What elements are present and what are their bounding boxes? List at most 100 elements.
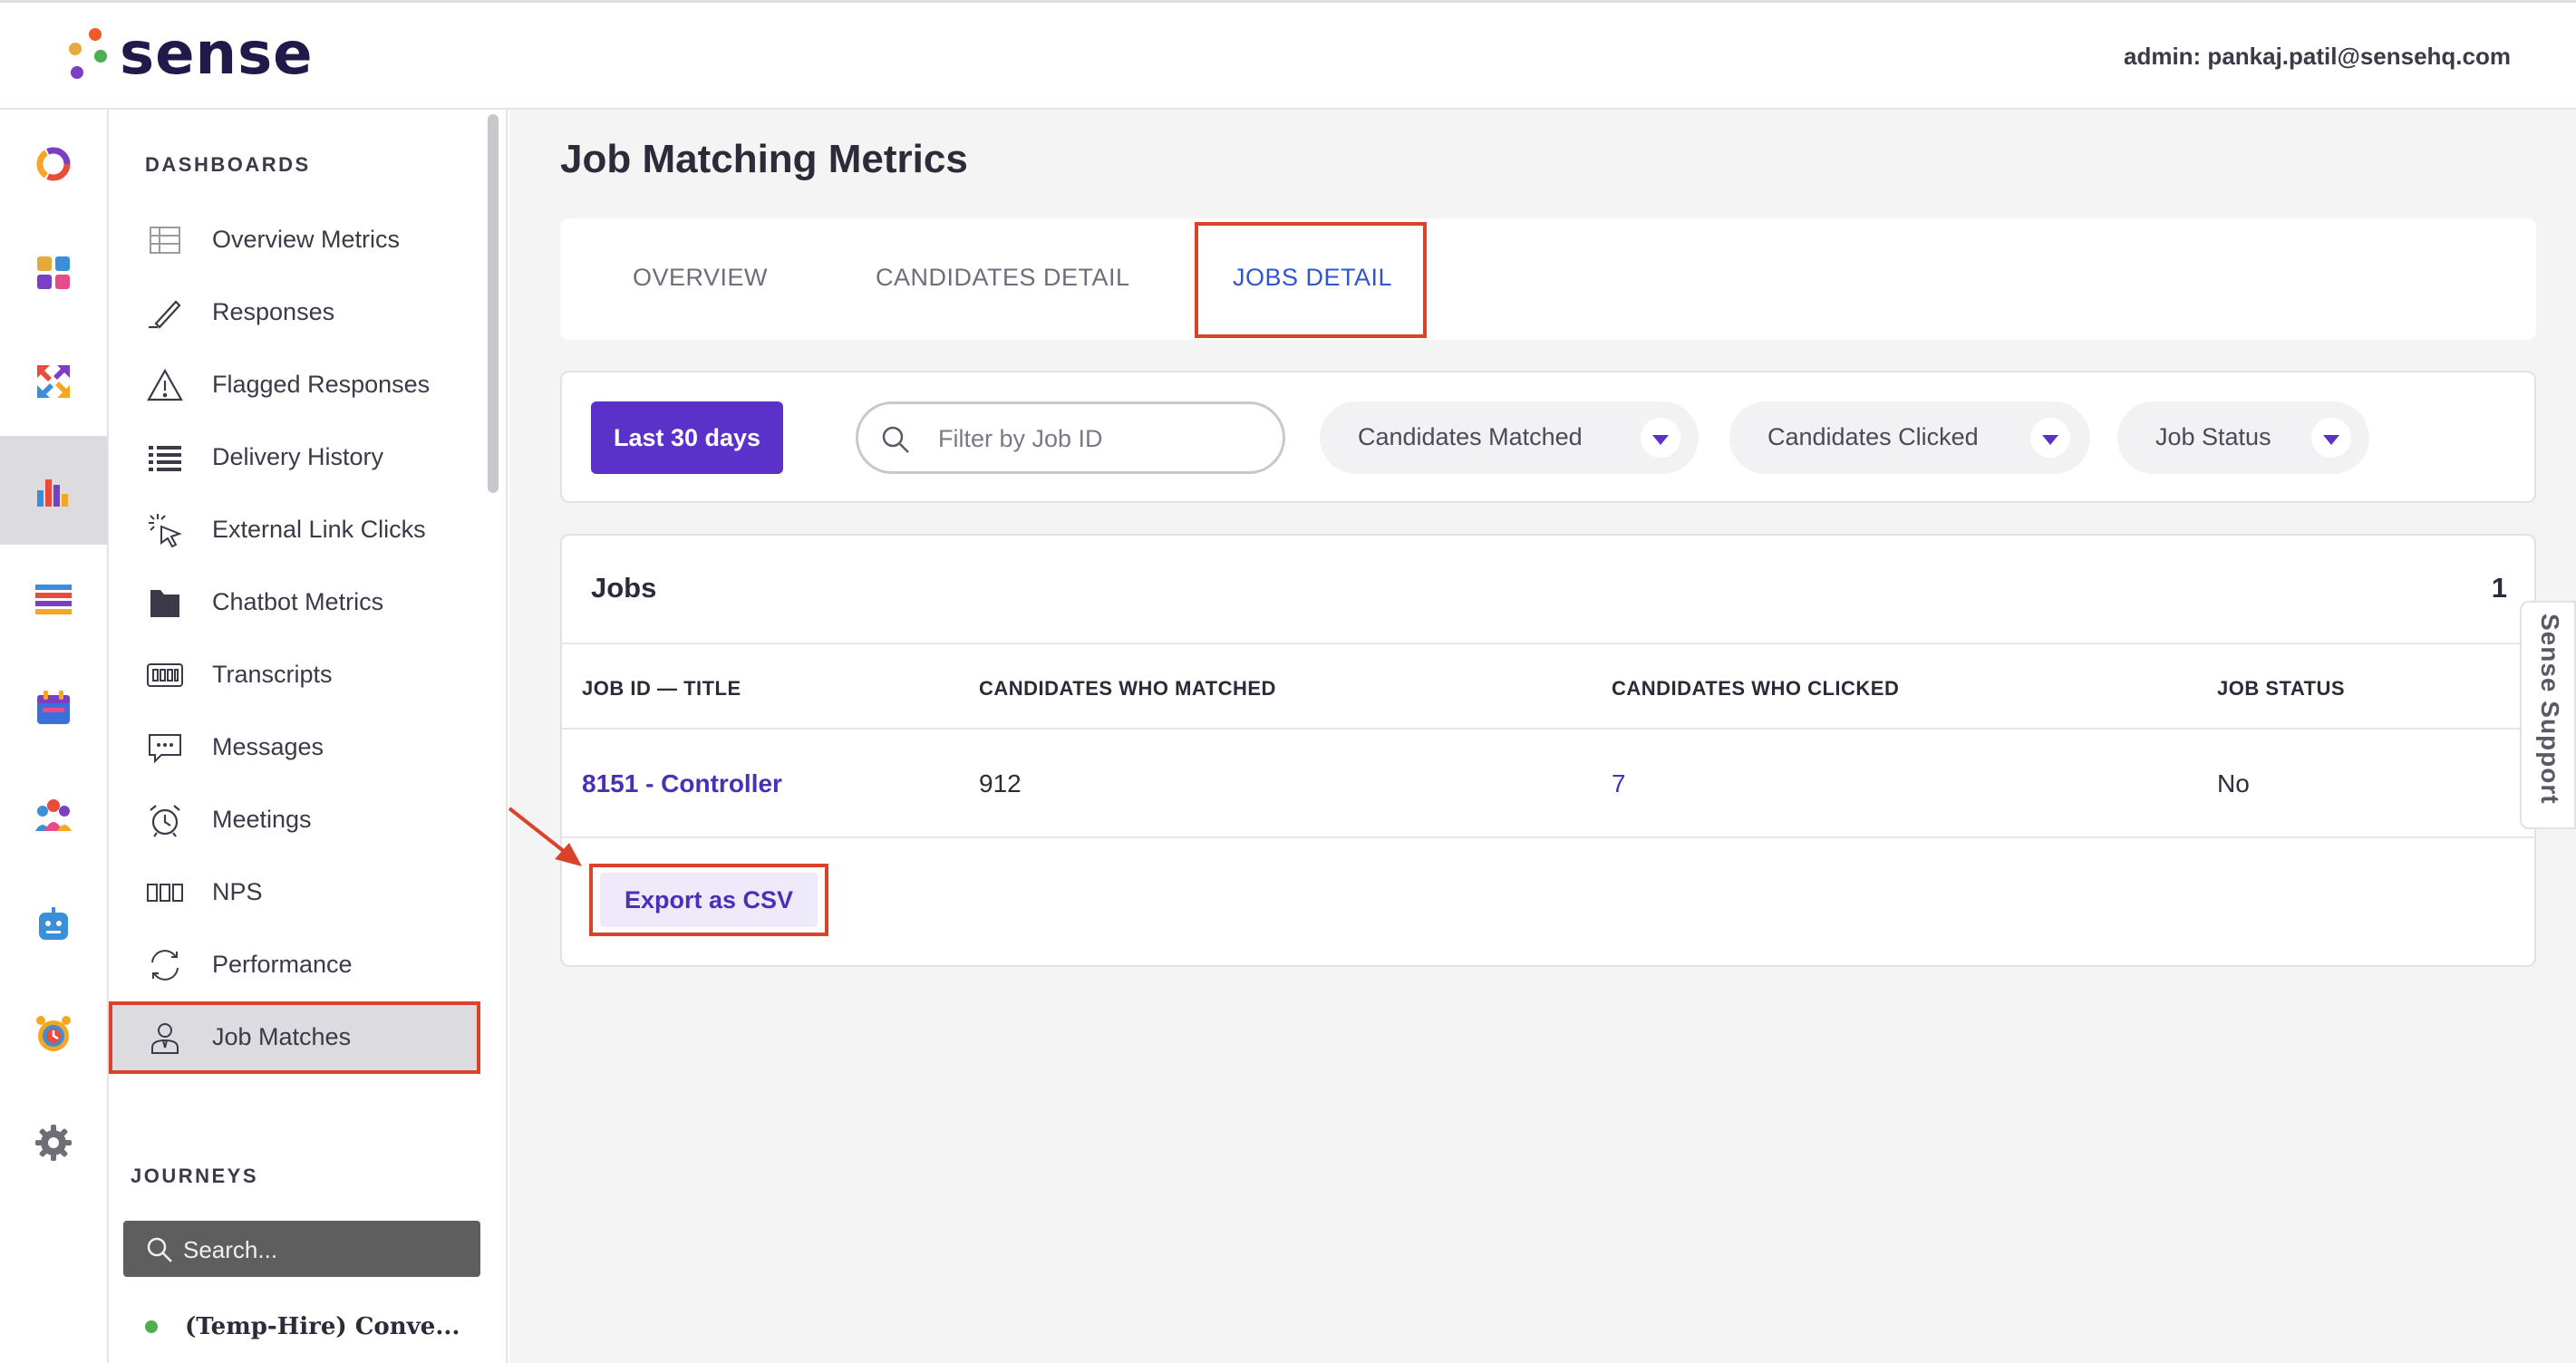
candidates-clicked-link[interactable]: 7 [1612,769,1626,798]
list-icon [35,585,72,614]
logo-dots [63,24,111,84]
calendar-icon [37,691,70,724]
dashboards-heading: DASHBOARDS [145,153,311,176]
rail-item-arrows[interactable] [0,327,107,436]
journey-search-input[interactable]: Search... [123,1221,480,1277]
main-content: Job Matching Metrics OVERVIEW CANDIDATES… [509,110,2576,1363]
gear-icon [35,1125,72,1161]
sidebar-item-label: Flagged Responses [212,371,431,398]
sidebar-item-flagged-responses[interactable]: Flagged Responses [109,349,480,421]
warning-icon [145,367,185,403]
job-id-filter-input[interactable]: Filter by Job ID [856,401,1285,474]
column-header[interactable]: CANDIDATES WHO CLICKED [1612,677,1899,701]
jobs-count: 1 [2491,572,2507,604]
date-range-button[interactable]: Last 30 days [591,401,783,474]
page-title: Job Matching Metrics [560,137,968,181]
sidebar-item-performance[interactable]: Performance [109,929,480,1001]
sidebar-item-external-link-clicks[interactable]: External Link Clicks [109,494,480,566]
dropdown-label: Job Status [2155,423,2271,450]
bot-icon [39,907,68,940]
filter-bar: Last 30 days Filter by Job ID Candidates… [560,371,2536,503]
sidebar-item-job-matches[interactable]: Job Matches [109,1001,480,1074]
sidebar-item-overview-metrics[interactable]: Overview Metrics [109,204,480,276]
refresh-icon [145,947,185,983]
sense-logo[interactable]: sense [63,23,314,86]
search-icon [882,426,909,453]
dropdown-label: Candidates Matched [1358,423,1583,450]
pen-icon [145,295,185,331]
jobs-table-card: Jobs 1 JOB ID — TITLE CANDIDATES WHO MAT… [560,534,2536,967]
dropdown-label: Candidates Clicked [1767,423,1979,450]
table-icon [145,222,185,258]
chevron-down-icon [2311,418,2351,458]
alarm-clock-icon [145,802,185,838]
transcript-icon [145,657,185,693]
column-header[interactable]: JOB STATUS [2217,677,2345,701]
sidebar-item-label: Transcripts [212,661,333,688]
sidebar-item-delivery-history[interactable]: Delivery History [109,421,480,494]
search-icon [147,1237,172,1262]
sidebar-item-meetings[interactable]: Meetings [109,784,480,856]
sidebar-item-messages[interactable]: Messages [109,711,480,784]
nps-icon [145,875,185,911]
rail-item-bot[interactable] [0,871,107,980]
rail-item-home[interactable] [0,110,107,218]
sidebar-item-label: Chatbot Metrics [212,588,384,615]
logo-text: sense [120,21,314,88]
alarm-icon [36,1016,71,1051]
rail-item-team[interactable] [0,762,107,871]
jobs-title: Jobs [591,572,657,604]
journeys-heading: JOURNEYS [131,1165,259,1187]
sidebar-item-label: Performance [212,951,353,978]
chat-icon [145,730,185,766]
rail-item-calendar[interactable] [0,653,107,762]
user-tie-icon [145,1020,185,1056]
table-header: JOB ID — TITLE CANDIDATES WHO MATCHED CA… [562,643,2534,730]
sidebar-item-nps[interactable]: NPS [109,856,480,929]
candidates-clicked-dropdown[interactable]: Candidates Clicked [1729,401,2090,474]
sidebar-item-label: NPS [212,878,263,905]
table-row: 8151 - Controller 912 7 No [562,730,2534,838]
journey-item[interactable]: (Temp-Hire) Conve... [145,1313,460,1340]
sidebar-item-chatbot-metrics[interactable]: Chatbot Metrics [109,566,480,639]
tab-jobs-detail[interactable]: JOBS DETAIL [1233,264,1392,292]
list-lines-icon [145,440,185,476]
tab-overview[interactable]: OVERVIEW [633,264,768,292]
column-header[interactable]: CANDIDATES WHO MATCHED [979,677,1276,701]
job-status-dropdown[interactable]: Job Status [2117,401,2369,474]
admin-user-label: admin: pankaj.patil@sensehq.com [2123,43,2511,70]
sidebar-item-transcripts[interactable]: Transcripts [109,639,480,711]
rail-item-analytics[interactable] [0,436,107,545]
bar-chart-icon [37,479,68,507]
rail-item-apps[interactable] [0,218,107,327]
candidates-matched-value: 912 [979,769,1022,798]
chevron-down-icon [1641,418,1680,458]
team-icon [35,799,72,831]
arrows-icon [37,365,70,398]
rail-item-alarm[interactable] [0,980,107,1088]
rail-item-lists[interactable] [0,545,107,653]
sidebar-scrollbar[interactable] [488,114,499,493]
job-title-link[interactable]: 8151 - Controller [582,769,782,798]
tab-bar: OVERVIEW CANDIDATES DETAIL JOBS DETAIL [560,218,2536,340]
sidebar-item-label: Delivery History [212,443,384,470]
column-header[interactable]: JOB ID — TITLE [582,677,741,701]
candidates-matched-dropdown[interactable]: Candidates Matched [1320,401,1699,474]
grid-icon [37,256,70,289]
sense-support-tab[interactable]: Sense Support [2520,601,2576,829]
chevron-down-icon [2030,418,2070,458]
ring-icon [36,147,71,181]
tab-candidates-detail[interactable]: CANDIDATES DETAIL [876,264,1130,292]
export-csv-button[interactable]: Export as CSV [600,873,818,927]
sidebar-item-responses[interactable]: Responses [109,276,480,349]
journey-item-label: (Temp-Hire) Conve... [185,1313,460,1340]
sidebar-item-label: Messages [212,733,324,760]
icon-rail [0,110,109,1363]
export-highlight-box: Export as CSV [589,864,828,936]
job-status-value: No [2217,769,2250,798]
dashboards-sidebar: DASHBOARDS Overview Metrics Responses Fl… [109,110,508,1363]
sidebar-item-label: Job Matches [212,1023,352,1050]
pointer-click-icon [145,512,185,548]
rail-item-settings[interactable] [0,1088,107,1197]
sidebar-item-label: Responses [212,298,335,325]
